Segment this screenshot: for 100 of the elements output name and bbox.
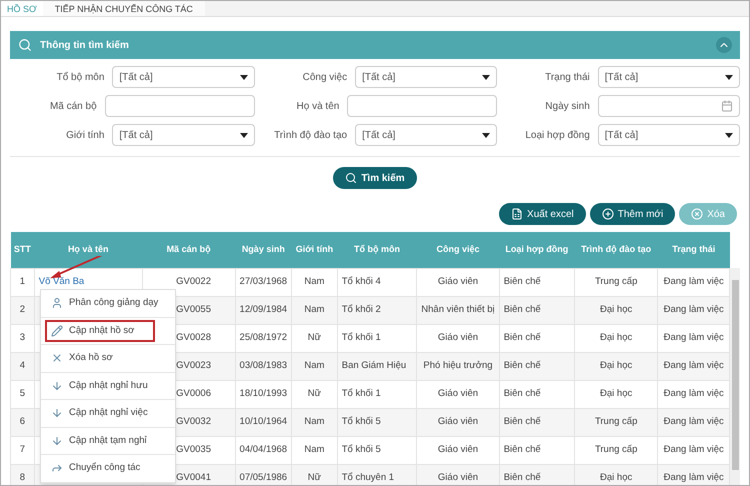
field-label: Loại hợp đồng [524, 128, 590, 142]
table-cell: Đại học [600, 360, 632, 371]
table-cell: Tổ khối 1 [342, 388, 381, 399]
table-cell: GV0023 [176, 360, 212, 371]
table-cell: GV0032 [176, 416, 212, 427]
table-cell: Nữ [308, 388, 322, 399]
select-field[interactable]: [Tất cả] [355, 124, 498, 146]
table-cell: Ban Giám Hiệu [342, 360, 406, 371]
table-cell: Tổ chuyên 1 [342, 472, 394, 483]
staff-name-link[interactable]: Võ Văn Ba [38, 276, 84, 287]
dropdown-icon [240, 74, 248, 80]
table-cell: Đang làm việc [664, 416, 724, 427]
select-field[interactable]: [Tất cả] [355, 66, 498, 88]
table-cell: Tổ khối 5 [342, 416, 381, 427]
column-header: Công việc [436, 244, 480, 254]
select-field[interactable]: [Tất cả] [598, 66, 740, 88]
table-cell: Đang làm việc [664, 444, 724, 455]
table-cell: Giáo viên [438, 276, 478, 287]
person-icon [51, 297, 63, 310]
column-header: Mã cán bộ [166, 244, 211, 254]
menu-item[interactable]: Phân công giảng dạy [45, 292, 164, 314]
table-cell: GV0041 [176, 472, 212, 483]
select-field[interactable]: [Tất cả] [598, 124, 740, 146]
input-field[interactable] [104, 95, 255, 117]
field-label: Tổ bộ môn [56, 70, 104, 84]
table-cell: Đang làm việc [664, 332, 724, 343]
spreadsheet-icon [511, 208, 524, 220]
column-header: Tổ bộ môn [354, 244, 400, 254]
table-cell: GV0055 [176, 304, 212, 315]
table-cell: 12/09/1984 [240, 304, 288, 315]
table-cell: Đang làm việc [664, 472, 724, 483]
menu-item[interactable]: Cập nhật nghỉ hưu [45, 374, 154, 397]
dropdown-icon [482, 132, 490, 138]
table-cell: Nam [304, 276, 324, 287]
dropdown-icon [725, 132, 733, 138]
field-label: Công việc [302, 70, 348, 84]
table-cell: Giáo viên [438, 388, 478, 399]
arrow-down-icon [51, 380, 63, 392]
table-cell: Đại học [600, 332, 632, 343]
table-cell: 6 [20, 416, 26, 427]
table-cell: Trung cấp [594, 276, 638, 287]
action-button[interactable]: Xuất excel [499, 203, 586, 225]
table-cell: Nhân viên thiết bị [421, 304, 495, 315]
table-cell: 1 [20, 276, 26, 287]
panel-title: Thông tin tìm kiếm [40, 38, 129, 52]
arrow-down-icon [51, 407, 63, 420]
select-field[interactable]: [Tất cả] [112, 66, 255, 88]
table-cell: Biên chế [504, 444, 541, 455]
table-cell: 8 [20, 472, 26, 483]
action-button[interactable]: Thêm mới [590, 203, 676, 225]
table-cell: Nam [304, 360, 324, 371]
dropdown-icon [240, 132, 248, 138]
dropdown-icon [482, 74, 490, 80]
table-cell: Nữ [308, 472, 322, 483]
table-cell: Biên chế [504, 416, 541, 427]
table-cell: 3 [20, 332, 26, 343]
column-header: STT [14, 244, 31, 254]
table-cell: Biên chế [504, 472, 541, 483]
select-field[interactable]: [Tất cả] [112, 124, 255, 146]
scrollbar[interactable] [730, 268, 740, 485]
menu-item[interactable]: Cập nhật tạm nghỉ [45, 430, 153, 452]
table-cell: 27/03/1968 [240, 276, 288, 287]
table-cell: Biên chế [504, 360, 541, 371]
close-icon [51, 352, 63, 364]
table-cell: GV0022 [176, 276, 212, 287]
table-cell: GV0028 [176, 332, 212, 343]
table-cell: Trung cấp [594, 416, 638, 427]
table-cell: 04/04/1968 [240, 444, 288, 455]
table-cell: 10/10/1964 [240, 416, 288, 427]
tab[interactable]: TIẾP NHẬN CHUYỂN CÔNG TÁC [42, 1, 205, 16]
calendar-icon [721, 100, 733, 112]
plus-icon [602, 208, 614, 220]
collapse-button[interactable] [716, 37, 732, 53]
table-cell: Giáo viên [438, 416, 478, 427]
field-label: Trình độ đào tạo [273, 128, 348, 142]
table-cell: Nam [304, 304, 324, 315]
menu-item[interactable]: Xóa hồ sơ [45, 347, 119, 370]
field-label: Ngày sinh [544, 100, 590, 114]
table-cell: Đang làm việc [664, 388, 724, 399]
table-cell: 07/05/1986 [240, 472, 288, 483]
table-cell: Tổ khối 5 [342, 444, 381, 455]
dropdown-icon [725, 74, 733, 80]
close-icon [691, 208, 704, 220]
table-cell: Đang làm việc [664, 276, 724, 287]
table-cell: 18/10/1993 [240, 388, 288, 399]
table-cell: Biên chế [504, 304, 541, 315]
column-header: Giới tính [296, 244, 334, 254]
search-button[interactable]: Tìm kiếm [333, 167, 417, 189]
arrow-down-icon [51, 434, 63, 447]
table-cell: 25/08/1972 [240, 332, 288, 343]
menu-item[interactable]: Cập nhật nghỉ việc [45, 402, 154, 424]
table-cell: Đang làm việc [664, 360, 724, 371]
field-label: Họ và tên [296, 100, 340, 114]
menu-item[interactable]: Cập nhật hồ sơ [45, 320, 155, 342]
table-cell: Nam [304, 444, 324, 455]
input-field[interactable] [347, 95, 498, 117]
table-cell: 7 [20, 444, 26, 455]
date-field[interactable] [598, 95, 740, 117]
menu-item[interactable]: Chuyển công tác [45, 457, 146, 480]
field-label: Trạng thái [544, 70, 590, 84]
